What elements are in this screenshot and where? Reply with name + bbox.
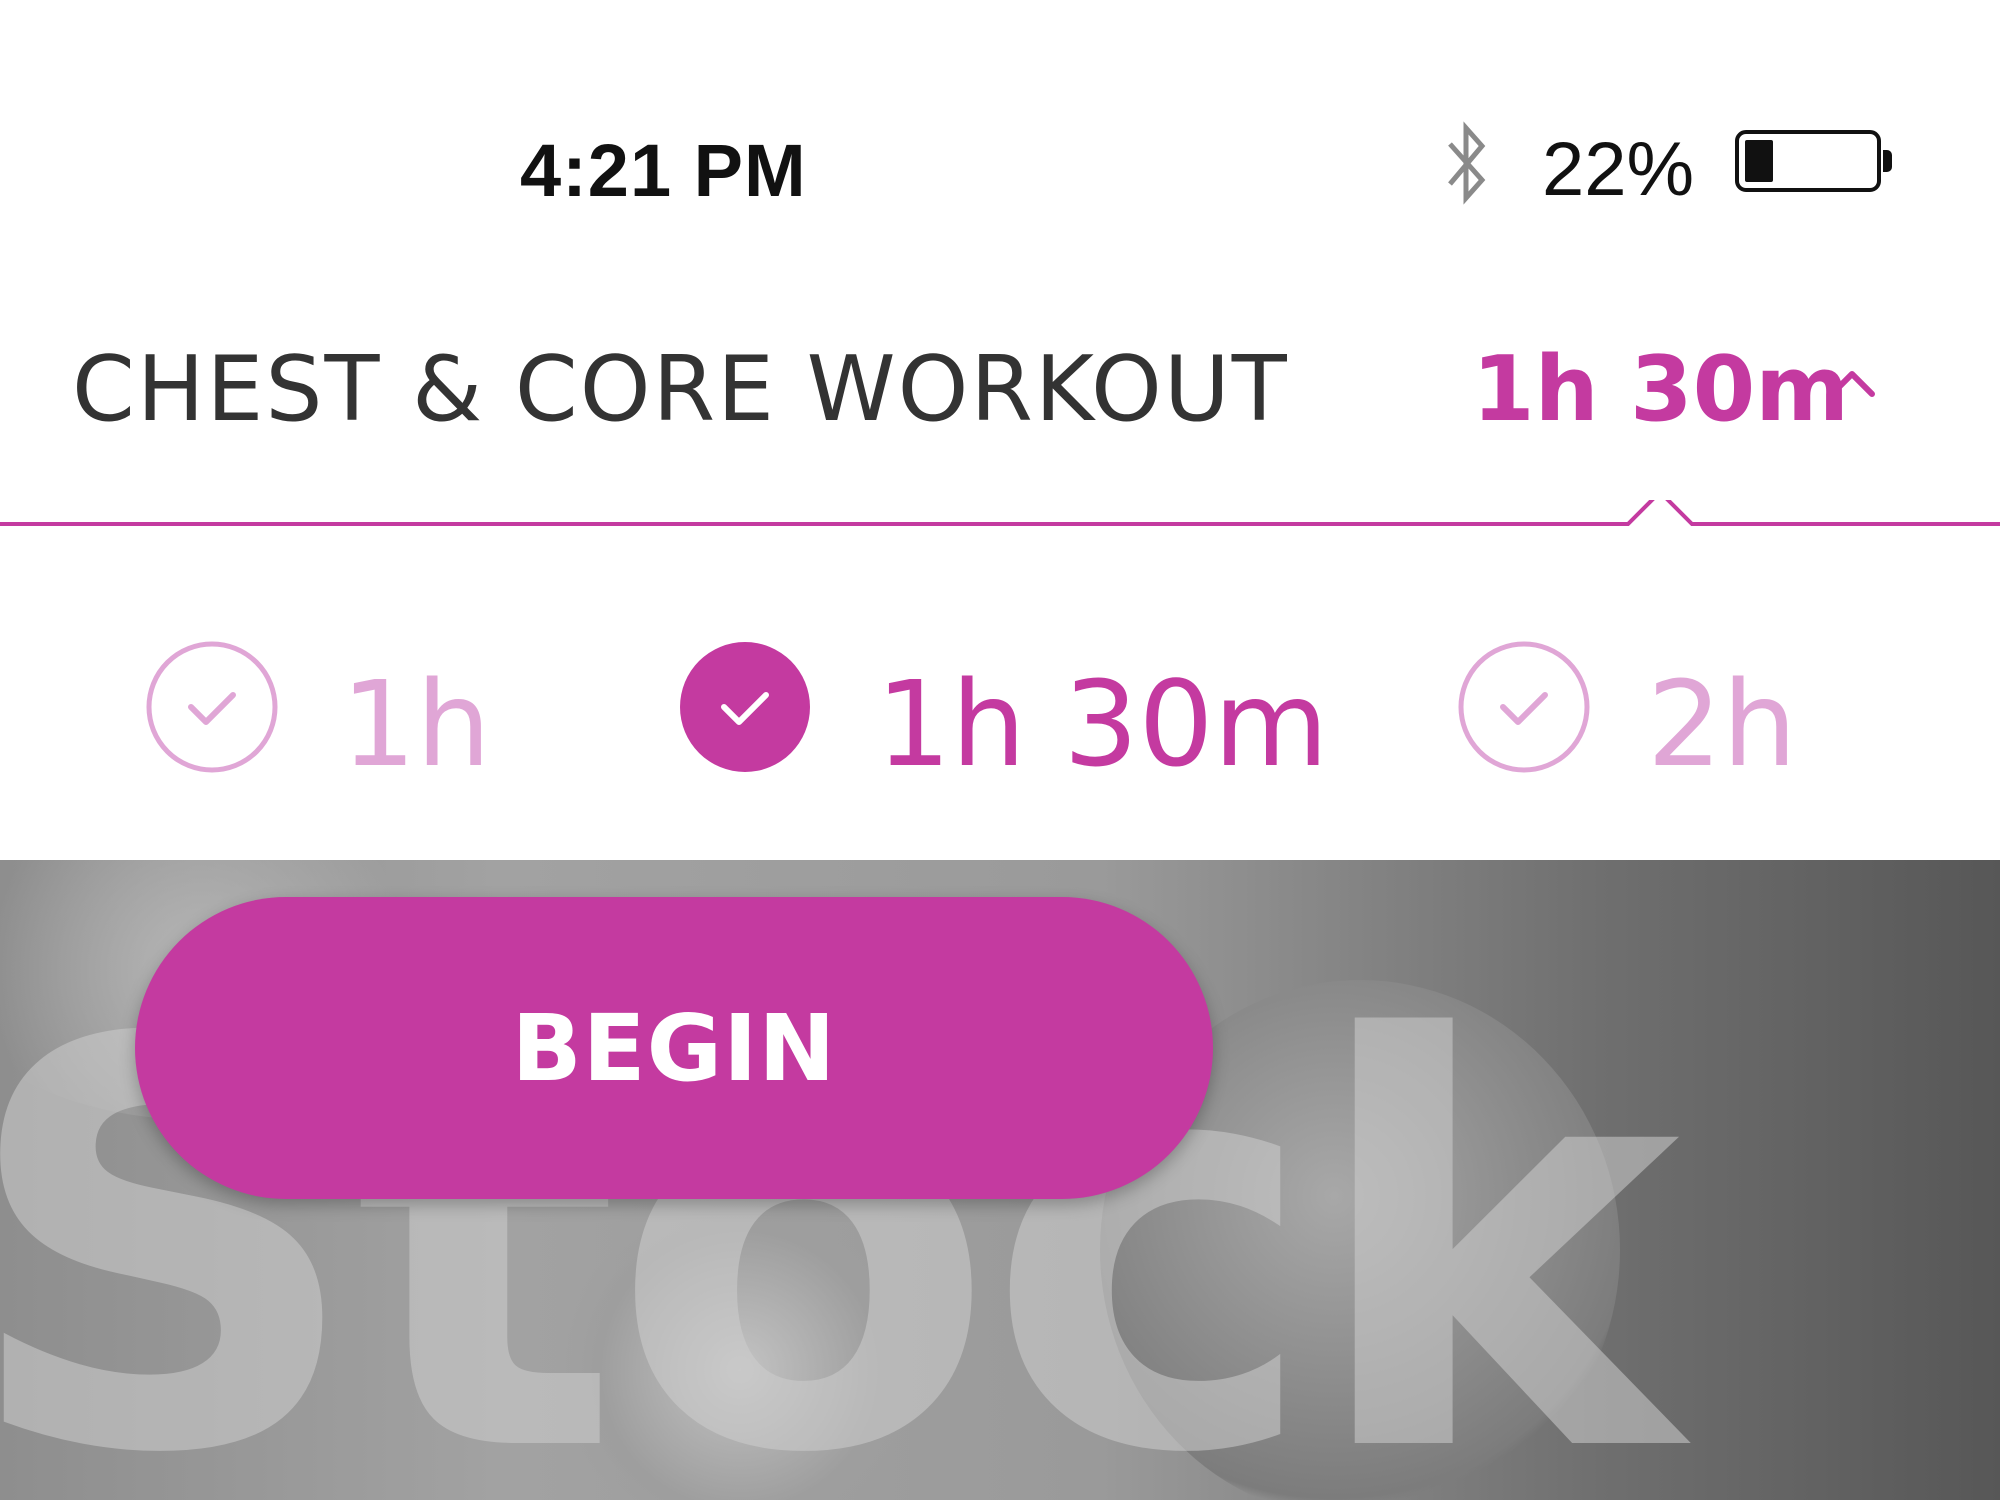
- workout-title: CHEST & CORE WORKOUT: [72, 337, 1289, 442]
- check-circle-icon: [1458, 641, 1590, 773]
- battery-level-fill: [1745, 140, 1773, 182]
- begin-button[interactable]: BEGIN: [135, 897, 1213, 1199]
- battery-icon: [1735, 130, 1881, 192]
- duration-option-label: 1h: [341, 655, 491, 793]
- duration-option-label: 2h: [1647, 655, 1797, 793]
- check-circle-icon: [146, 641, 278, 773]
- status-time: 4:21 PM: [520, 129, 807, 212]
- duration-option-label: 1h 30m: [876, 655, 1329, 793]
- duration-options-panel: 1h 1h 30m 2h: [0, 527, 2000, 860]
- check-circle-filled-icon: [680, 642, 810, 772]
- chevron-up-icon[interactable]: [1826, 362, 1878, 402]
- battery-tip: [1883, 150, 1892, 172]
- bluetooth-icon: [1448, 121, 1486, 205]
- duration-dropdown-toggle[interactable]: 1h 30m: [1472, 337, 1849, 442]
- battery-percentage: 22%: [1542, 127, 1695, 212]
